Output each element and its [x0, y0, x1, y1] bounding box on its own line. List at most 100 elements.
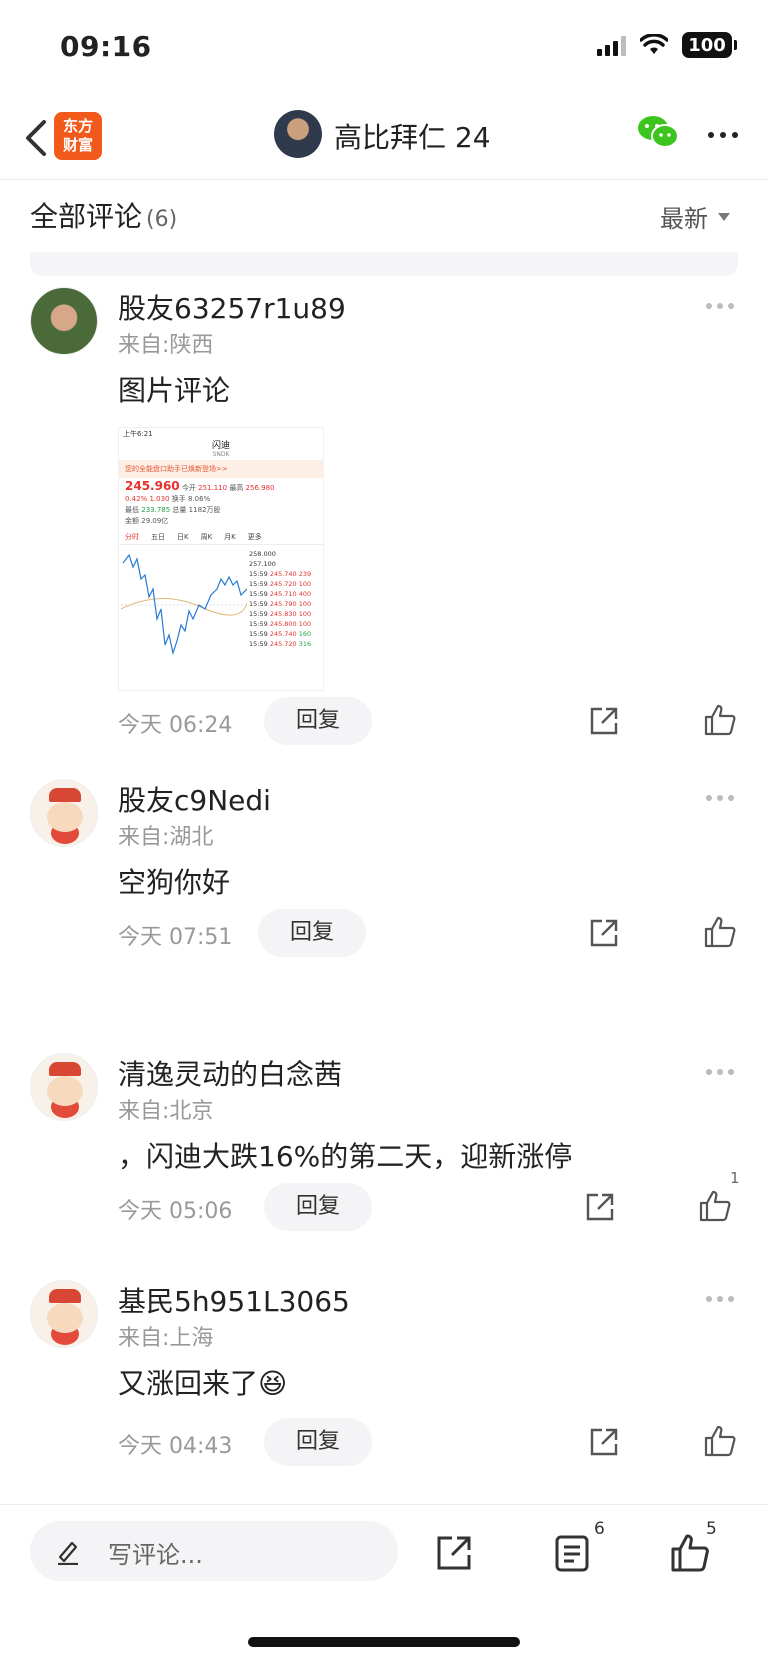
- thumb-chart-area: 258.000 257.100 15:59 245.740 239 15:59 …: [119, 545, 323, 661]
- thumbs-up-icon[interactable]: [698, 1189, 732, 1223]
- thumb-trade-row: 15:59 245.830 100: [249, 609, 311, 619]
- comment-item: 股友c9Nedi 来自:湖北 空狗你好 今天 07:51 回复: [0, 779, 768, 969]
- thumb-bid: 257.100: [249, 560, 276, 568]
- trade-price: 245.740: [269, 630, 297, 638]
- avatar[interactable]: [30, 1280, 98, 1348]
- share-icon[interactable]: [434, 1533, 474, 1573]
- trade-time: 15:59: [249, 600, 268, 608]
- comment-time: 今天 04:43: [118, 1434, 233, 1459]
- thumb-trade-row: 15:59 245.720 316: [249, 639, 311, 649]
- thumbs-up-icon[interactable]: [703, 915, 737, 949]
- thumbs-up-icon[interactable]: [670, 1533, 710, 1573]
- comment-footer: 今天 04:43 回复: [118, 1418, 738, 1466]
- back-arrow-icon[interactable]: [18, 116, 58, 160]
- trade-price: 245.790: [269, 600, 297, 608]
- thumb-tab: 分时: [125, 533, 139, 541]
- thumbs-up-icon[interactable]: [703, 1424, 737, 1458]
- thumb-high: 256.980: [245, 484, 275, 492]
- comment-author[interactable]: 股友c9Nedi: [118, 779, 271, 819]
- comment-text: 图片评论: [118, 374, 231, 407]
- thumb-price: 245.960: [125, 479, 180, 493]
- comment-more-icon[interactable]: [706, 795, 734, 801]
- thumb-tab: 更多: [247, 533, 262, 541]
- sort-label: 最新: [660, 205, 708, 233]
- comments-header: 全部评论 (6) 最新: [0, 181, 768, 251]
- comment-author[interactable]: 股友63257r1u89: [118, 287, 346, 327]
- like-count-badge: 5: [706, 1519, 717, 1539]
- reply-button[interactable]: 回复: [258, 909, 366, 957]
- trade-vol: 100: [298, 600, 312, 608]
- reply-button[interactable]: 回复: [264, 1418, 372, 1466]
- trade-time: 15:59: [249, 580, 268, 588]
- trade-vol: 100: [298, 580, 312, 588]
- trade-price: 245.720: [269, 580, 297, 588]
- thumbs-up-icon[interactable]: [703, 703, 737, 737]
- trade-vol: 160: [298, 630, 312, 638]
- comments-count: (6): [146, 207, 178, 232]
- thumb-intraday-line: [121, 553, 247, 656]
- comment-footer: 今天 07:51 回复: [118, 909, 738, 957]
- share-icon[interactable]: [584, 1191, 616, 1223]
- thumb-tab: 五日: [151, 533, 165, 541]
- share-icon[interactable]: [588, 917, 620, 949]
- sort-dropdown[interactable]: 最新: [660, 199, 730, 234]
- cellular-signal-icon: [597, 34, 626, 56]
- comment-text: 又涨回来了😆: [118, 1367, 288, 1400]
- comment-more-icon[interactable]: [706, 1069, 734, 1075]
- app-logo[interactable]: 东方财富: [54, 112, 102, 160]
- trade-time: 15:59: [249, 610, 268, 618]
- comment-location: 来自:湖北: [118, 825, 214, 850]
- trade-time: 15:59: [249, 640, 268, 648]
- status-time: 09:16: [60, 30, 152, 63]
- comment-time: 今天 07:51: [118, 925, 233, 950]
- comment-item: 基民5h951L3065 来自:上海 又涨回来了😆 今天 04:43 回复: [0, 1280, 768, 1470]
- more-options-icon[interactable]: [708, 132, 738, 138]
- wifi-icon: [640, 34, 668, 54]
- app-logo-text: 东方财富: [62, 117, 93, 154]
- comment-author[interactable]: 基民5h951L3065: [118, 1280, 350, 1320]
- thumb-turnover: 8.06%: [187, 495, 211, 503]
- thumb-stock-name: 闪迪: [211, 441, 230, 451]
- thumb-tab: 日K: [177, 533, 189, 541]
- thumb-open-label: 今开: [181, 484, 196, 492]
- home-indicator[interactable]: [248, 1637, 520, 1647]
- reply-button[interactable]: 回复: [264, 1183, 372, 1231]
- avatar[interactable]: [30, 779, 98, 847]
- thumb-amount-label: 金额: [125, 517, 139, 525]
- comment-input[interactable]: 写评论...: [30, 1521, 398, 1581]
- trade-vol: 100: [298, 620, 312, 628]
- nav-bar: 东方财富 高比拜仁 24: [0, 96, 768, 180]
- comment-text: 空狗你好: [118, 866, 231, 899]
- thumb-trade-row: 15:59 245.800 100: [249, 619, 311, 629]
- avatar[interactable]: [30, 287, 98, 355]
- wechat-share-icon[interactable]: [636, 114, 680, 150]
- trade-price: 245.710: [269, 590, 297, 598]
- share-icon[interactable]: [588, 1426, 620, 1458]
- trade-price: 245.740: [269, 570, 297, 578]
- like-count: 1: [730, 1169, 740, 1187]
- comment-image-stock-chart[interactable]: 上午6:21 闪迪 SNDK 您的全能盘口助手已焕新登场>> 245.960 今…: [118, 427, 324, 691]
- bottom-action-bar: 写评论... 6 5: [0, 1504, 768, 1600]
- comment-time: 今天 06:24: [118, 713, 233, 738]
- avatar[interactable]: [30, 1053, 98, 1121]
- author-avatar[interactable]: [274, 110, 322, 158]
- share-icon[interactable]: [588, 705, 620, 737]
- trade-vol: 400: [298, 590, 312, 598]
- trade-vol: 100: [298, 610, 312, 618]
- thumb-quote: 245.960 今开 251.110 最高 256.980 0.42% 1.03…: [119, 478, 323, 530]
- comment-input-placeholder: 写评论...: [108, 1541, 203, 1569]
- reply-button[interactable]: 回复: [264, 697, 372, 745]
- comment-more-icon[interactable]: [706, 303, 734, 309]
- trade-time: 15:59: [249, 570, 268, 578]
- trade-time: 15:59: [249, 630, 268, 638]
- comments-icon[interactable]: [552, 1533, 592, 1573]
- thumb-trade-row: 15:59 245.740 239: [249, 569, 311, 579]
- author-name[interactable]: 高比拜仁 24: [334, 116, 491, 156]
- trade-price: 245.800: [269, 620, 297, 628]
- thumb-tab: 周K: [200, 533, 213, 541]
- comment-author[interactable]: 清逸灵动的白念茜: [118, 1053, 342, 1093]
- comment-location: 来自:上海: [118, 1326, 214, 1351]
- battery-icon: 100: [682, 32, 737, 58]
- comment-more-icon[interactable]: [706, 1296, 734, 1302]
- trade-vol: 316: [298, 640, 312, 648]
